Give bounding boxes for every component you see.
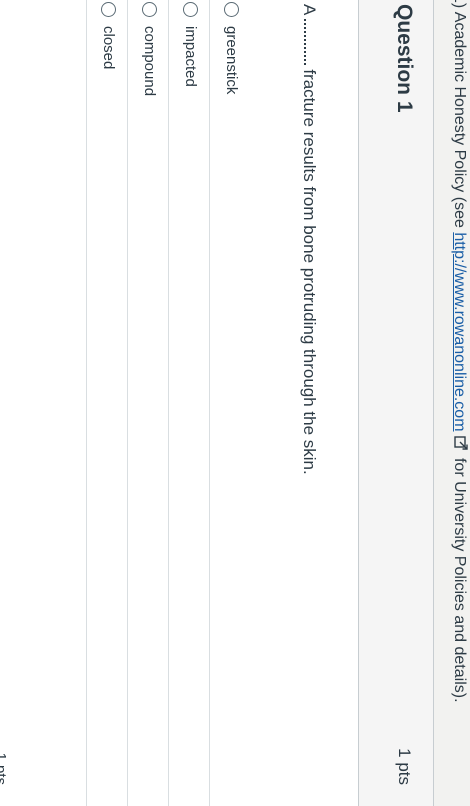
rotated-page: 1) Academic Honesty Policy (see http://w… — [0, 0, 470, 806]
radio-button[interactable] — [224, 2, 239, 17]
question-text-before: A — [300, 4, 319, 16]
answer-label[interactable]: closed — [100, 26, 117, 69]
question-text-after: fracture results from bone protruding th… — [300, 69, 319, 475]
external-link-icon — [450, 435, 468, 450]
answer-option-greenstick[interactable]: greenstick — [210, 0, 250, 806]
answer-label[interactable]: impacted — [182, 26, 199, 87]
answer-option-impacted[interactable]: impacted — [169, 0, 210, 806]
answer-option-compound[interactable]: compound — [128, 0, 169, 806]
next-question-points: 1 pts — [0, 752, 9, 785]
answer-label[interactable]: greenstick — [223, 26, 240, 94]
question-header: Question 1 1 pts — [358, 0, 433, 806]
question-text: Afracture results from bone protruding t… — [299, 4, 319, 475]
question-title: Question 1 — [393, 4, 416, 113]
notice-prefix: 1) Academic Honesty Policy (see — [450, 0, 468, 233]
question-card: Question 1 1 pts Afracture results from … — [0, 0, 434, 806]
question-points: 1 pts — [395, 748, 414, 785]
academic-honesty-notice: 1) Academic Honesty Policy (see http://w… — [436, 0, 470, 806]
answer-option-closed[interactable]: closed — [87, 0, 128, 806]
radio-button[interactable] — [101, 2, 116, 17]
fill-in-blank — [304, 19, 318, 66]
radio-button[interactable] — [183, 2, 198, 17]
rowanonline-link[interactable]: http://www.rowanonline.com — [451, 232, 468, 431]
answer-label[interactable]: compound — [141, 26, 158, 96]
notice-suffix: for University Policies and details). — [450, 453, 468, 703]
answer-list: greenstick impacted compound closed — [86, 0, 250, 806]
radio-button[interactable] — [142, 2, 157, 17]
